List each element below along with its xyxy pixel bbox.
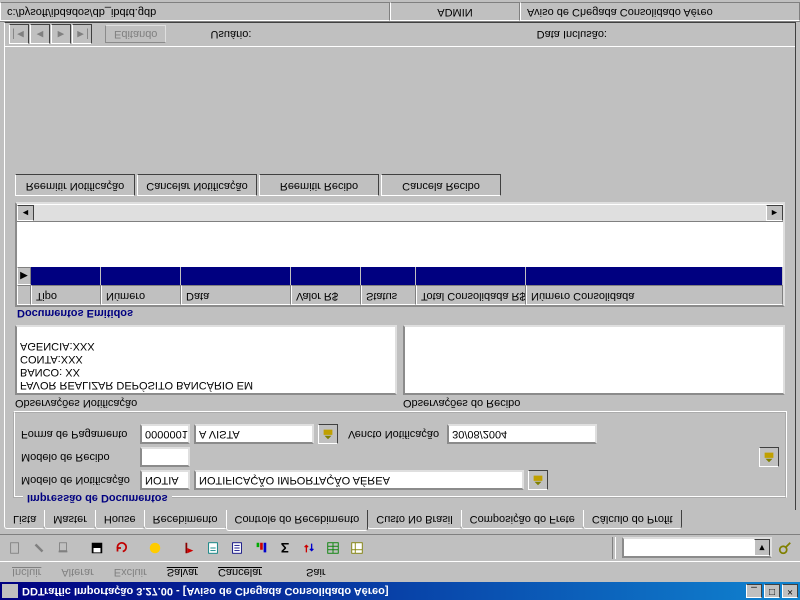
vencto-notificacao-field[interactable]: 30/08/2004 — [447, 424, 597, 444]
tool-edit-icon[interactable] — [28, 537, 50, 559]
scroll-left-icon[interactable]: ◄ — [17, 205, 34, 221]
menu-excluir: Excluir — [106, 564, 155, 580]
modelo-notificacao-desc: NOTIFICAÇÃO IMPORTAÇÃO AÉREA — [194, 470, 524, 490]
lbl-obs-recibo: Observações do Recibo — [403, 397, 785, 409]
tool-save-icon[interactable] — [86, 537, 108, 559]
tool-grid-icon[interactable] — [322, 537, 344, 559]
obs-recibo-textarea[interactable] — [403, 325, 785, 395]
row-indicator-icon: ▶ — [17, 267, 31, 285]
cancelar-notificacao-button[interactable]: Cancelar Notificação — [137, 174, 257, 196]
obs-recibo-group: Observações do Recibo — [403, 325, 785, 409]
documentos-grid[interactable]: Tipo Número Data Valor R$ Status Total C… — [15, 202, 785, 307]
cancela-recibo-button[interactable]: Cancela Recibo — [381, 174, 501, 196]
statusbar: c:/bysoft/ibdados/db_ibdtd.gdb ADMIN Avi… — [0, 2, 800, 22]
tabs: Lista Master House Recebimento Controle … — [0, 510, 800, 534]
modelo-recibo-code[interactable] — [140, 447, 190, 467]
nav-usuario-label: Usuário: — [206, 27, 255, 43]
lbl-modelo-notificacao: Modelo de Notificação — [21, 474, 136, 486]
panel-impressao-documentos: Impressão de Documentos Modelo de Notifi… — [13, 411, 787, 498]
lbl-obs-notificacao: Observações Notificação — [15, 397, 397, 409]
col-total-consolidada[interactable]: Total Consolidada R$ — [416, 285, 526, 305]
col-valor[interactable]: Valor R$ — [291, 285, 361, 305]
forma-pagamento-lookup-button[interactable] — [318, 424, 338, 444]
table-row[interactable]: ▶ — [17, 267, 783, 285]
modelo-recibo-lookup-button[interactable] — [759, 447, 779, 467]
lbl-modelo-recibo: Modelo de Recibo — [21, 451, 136, 463]
col-tipo[interactable]: Tipo — [31, 285, 101, 305]
status-path: c:/bysoft/ibdados/db_ibdtd.gdb — [0, 2, 390, 21]
scroll-right-icon[interactable]: ► — [766, 205, 783, 221]
col-data[interactable]: Data — [181, 285, 291, 305]
col-status[interactable]: Status — [361, 285, 416, 305]
modelo-notificacao-code[interactable]: NOTIA — [140, 470, 190, 490]
documentos-emitidos-title: Documentos Emitidos — [7, 307, 793, 323]
reemitir-recibo-button[interactable]: Reemitir Recibo — [259, 174, 379, 196]
modelo-notificacao-lookup-button[interactable] — [528, 470, 548, 490]
tool-delete-icon[interactable] — [52, 537, 74, 559]
tool-new-icon[interactable] — [4, 537, 26, 559]
panel-title: Impressão de Documentos — [23, 492, 172, 504]
forma-pagamento-desc: A VISTA — [194, 424, 314, 444]
close-button[interactable]: × — [782, 584, 798, 598]
app-icon — [2, 584, 18, 598]
minimize-button[interactable]: _ — [746, 584, 762, 598]
grid-corner — [17, 285, 31, 305]
tab-controle-recebimento[interactable]: Controle do Recebimento — [226, 510, 369, 531]
nav-data-inclusao-label: Data Inclusão: — [533, 27, 611, 43]
nav-last-icon[interactable]: ►| — [72, 25, 92, 45]
chevron-down-icon[interactable]: ▼ — [754, 540, 770, 557]
tool-search-icon[interactable] — [774, 537, 796, 559]
lbl-forma-pagamento: Forma de Pagamento — [21, 428, 136, 440]
menubar: Incluir Alterar Excluir Salvar Cancelar … — [0, 562, 800, 582]
tab-lista[interactable]: Lista — [4, 510, 45, 529]
status-context: Aviso de Chegada Consolidado Aéreo — [520, 2, 800, 21]
tool-sheet-icon[interactable] — [346, 537, 368, 559]
tool-sort-icon[interactable] — [298, 537, 320, 559]
col-numero-consolidada[interactable]: Número Consolidada — [526, 285, 783, 305]
lbl-vencto: Vencto Notificação — [348, 428, 443, 440]
toolbar-combo[interactable]: ▼ — [622, 538, 772, 559]
nav-next-icon[interactable]: ► — [51, 25, 71, 45]
nav-state: Editando — [105, 26, 166, 44]
obs-notificacao-textarea[interactable]: FAVOR REALIZAR DEPÓSITO BANCÁRIO EM BANC… — [15, 325, 397, 395]
menu-cancelar[interactable]: Cancelar — [210, 564, 270, 580]
col-numero[interactable]: Número — [101, 285, 181, 305]
record-navigator: |◄ ◄ ► ►| Editando Usuário: Data Inclusã… — [5, 23, 795, 47]
menu-salvar[interactable]: Salvar — [159, 564, 206, 580]
tool-yellow-icon[interactable] — [144, 537, 166, 559]
nav-prev-icon[interactable]: ◄ — [30, 25, 50, 45]
tool-doc2-icon[interactable] — [226, 537, 248, 559]
tab-composicao-frete[interactable]: Composição do Frete — [461, 510, 584, 529]
reemitir-notificacao-button[interactable]: Reemitir Notificação — [15, 174, 135, 196]
tab-custo-brasil[interactable]: Custo No Brasil — [367, 510, 461, 529]
menu-incluir: Incluir — [4, 564, 49, 580]
toolbar: Σ ▼ — [0, 534, 800, 562]
titlebar: DDTraffic Importação 3.27.00 - [Aviso de… — [0, 582, 800, 600]
tab-recebimento[interactable]: Recebimento — [144, 510, 227, 529]
tool-doc1-icon[interactable] — [202, 537, 224, 559]
grid-scrollbar[interactable]: ◄ ► — [17, 205, 783, 222]
obs-notificacao-group: Observações Notificação FAVOR REALIZAR D… — [15, 325, 397, 409]
forma-pagamento-code[interactable]: 0000001 — [140, 424, 190, 444]
maximize-button[interactable]: □ — [764, 584, 780, 598]
menu-sair[interactable]: Sair — [298, 564, 334, 580]
tool-undo-icon[interactable] — [110, 537, 132, 559]
nav-first-icon[interactable]: |◄ — [9, 25, 29, 45]
menu-alterar: Alterar — [53, 564, 101, 580]
window-title: DDTraffic Importação 3.27.00 - [Aviso de… — [22, 585, 746, 597]
tab-house[interactable]: House — [95, 510, 145, 529]
tool-chart-icon[interactable] — [250, 537, 272, 559]
tool-sigma-icon[interactable]: Σ — [274, 537, 296, 559]
tab-master[interactable]: Master — [44, 510, 96, 529]
status-user: ADMIN — [390, 2, 520, 21]
tool-flag-icon[interactable] — [178, 537, 200, 559]
tab-calculo-profit[interactable]: Cálculo do Profit — [583, 510, 682, 529]
